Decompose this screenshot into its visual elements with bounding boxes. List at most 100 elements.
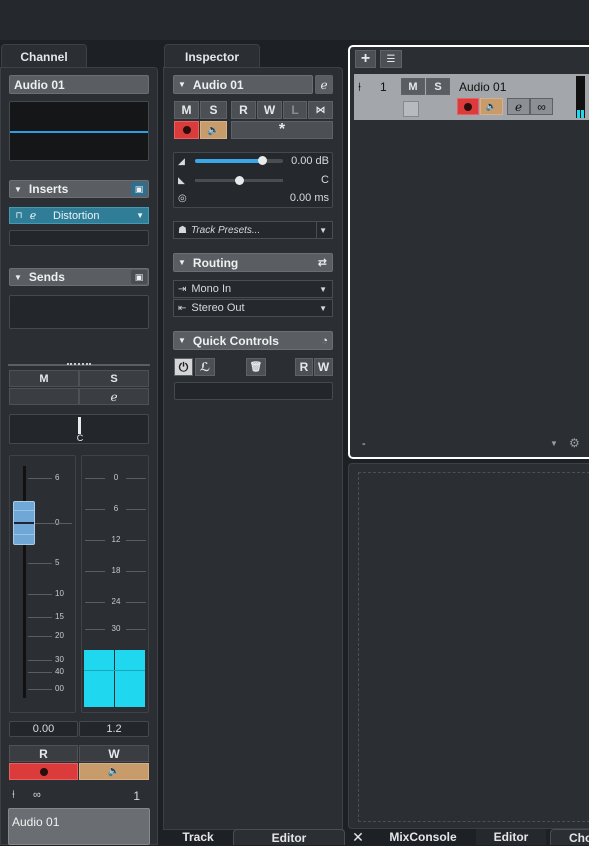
track-link-button[interactable]: ∞ [530, 98, 553, 115]
delay-value[interactable]: 0.00 ms [270, 192, 329, 204]
qc-read-button[interactable]: R [295, 358, 313, 376]
quick-controls-header[interactable]: ▼ Quick Controls ◔ [173, 331, 333, 350]
timebase-button[interactable]: * [231, 121, 333, 139]
pan-control[interactable]: C [9, 414, 149, 444]
edit-channel-button[interactable]: ℯ [79, 388, 149, 405]
channel-picture-area [9, 101, 149, 161]
inspector-record-button[interactable] [174, 121, 199, 139]
edit-icon[interactable]: ℯ [27, 209, 39, 222]
collapse-triangle-icon: ▼ [178, 336, 186, 345]
track-mute-button[interactable]: M [401, 78, 425, 95]
monitor-button[interactable]: 🔈 [79, 763, 149, 780]
resize-handle-icon[interactable] [67, 363, 91, 365]
meter-scale-tick [85, 478, 105, 479]
meter-scale-tick [126, 540, 146, 541]
top-toolbar [0, 0, 589, 40]
freeze-button[interactable]: ⋈ [308, 101, 333, 119]
read-automation-button[interactable]: R [9, 745, 78, 762]
fader-scale-tick [28, 617, 52, 618]
insert-bypass-icon[interactable]: ▣ [131, 182, 147, 196]
settings-icon[interactable]: ◔ [321, 335, 328, 347]
meter-peak-readout[interactable]: 1.2 [79, 721, 149, 737]
gear-icon[interactable]: ⚙ [569, 436, 580, 450]
send-bypass-icon[interactable]: ▣ [131, 270, 147, 284]
close-icon[interactable]: ✕ [350, 829, 366, 845]
solo-button[interactable]: S [79, 370, 149, 387]
inspector-track-header[interactable]: ▼ Audio 01 [173, 75, 313, 94]
tab-inspector-label: Inspector [184, 49, 239, 64]
volume-slider[interactable] [195, 156, 283, 165]
volume-readout[interactable]: 0.00 [9, 721, 78, 737]
sends-header[interactable]: ▼ Sends ▣ [9, 268, 149, 286]
track-monitor-button[interactable]: 🔈 [480, 98, 503, 115]
volume-slider-knob[interactable] [258, 156, 267, 165]
inspector-write-button[interactable]: W [257, 101, 282, 119]
pan-icon: ◣ [178, 175, 185, 185]
tab-channel[interactable]: Channel [1, 44, 87, 68]
track-name[interactable]: Audio 01 [459, 80, 506, 94]
quick-control-slot[interactable] [174, 382, 333, 400]
inspector-mute-button[interactable]: M [174, 101, 199, 119]
edit-track-button[interactable]: ℯ [315, 75, 333, 94]
lower-zone-panel [348, 463, 589, 829]
tab-editor-secondary[interactable]: Editor [476, 829, 546, 845]
track-record-button[interactable] [457, 98, 479, 115]
pan-value: C [76, 433, 84, 443]
channel-name-footer[interactable]: Audio 01 [8, 808, 150, 845]
chevron-down-icon[interactable]: ▼ [136, 211, 144, 220]
tab-chords[interactable]: Cho [550, 829, 589, 845]
track-color-swatch[interactable] [403, 101, 419, 117]
track-preset-button[interactable]: ☰ [380, 50, 402, 68]
link-icon: ∞ [537, 99, 546, 114]
fader-scale-label: 20 [55, 631, 64, 640]
write-automation-button[interactable]: W [79, 745, 149, 762]
chevron-down-icon: ▼ [319, 284, 327, 294]
meter-scale-tick [126, 571, 146, 572]
pan-slider[interactable] [195, 176, 283, 185]
tab-track[interactable]: Track [170, 829, 226, 845]
track-presets-dropdown[interactable]: ☗ Track Presets... ▼ [173, 221, 333, 239]
inspector-read-button[interactable]: R [231, 101, 256, 119]
mute-button[interactable]: M [9, 370, 79, 387]
meter-scale-label: 24 [111, 597, 121, 606]
record-enable-button[interactable] [9, 763, 78, 780]
listen-button[interactable] [9, 388, 79, 405]
tab-inspector[interactable]: Inspector [164, 44, 260, 68]
collapse-triangle-icon: ▼ [178, 80, 186, 89]
sends-slot[interactable] [9, 295, 149, 329]
volume-value[interactable]: 0.00 dB [283, 155, 329, 167]
inspector-lock-button[interactable]: L [283, 101, 307, 119]
insert-slot-distortion[interactable]: ⊓ ℯ Distortion ▼ [9, 207, 149, 224]
qc-delete-button[interactable]: 🗑 [246, 358, 266, 376]
track-solo-button[interactable]: S [426, 78, 450, 95]
volume-fader-area[interactable]: 605101520304000 [9, 455, 76, 713]
insert-slot-empty[interactable] [9, 230, 149, 246]
inserts-header[interactable]: ▼ Inserts ▣ [9, 180, 149, 198]
mute-label: M [39, 372, 49, 385]
pan-slider-knob[interactable] [235, 176, 244, 185]
fader-handle[interactable] [13, 501, 35, 545]
meter-scale-tick [85, 629, 105, 630]
collapse-triangle-icon: ▼ [178, 258, 186, 267]
qc-power-button[interactable]: ⏻ [174, 358, 193, 376]
track-edit-button[interactable]: ℯ [507, 98, 530, 115]
pan-value[interactable]: C [300, 174, 329, 186]
chevron-down-icon[interactable]: ▼ [550, 439, 558, 448]
power-icon[interactable]: ⊓ [13, 210, 25, 221]
inspector-monitor-button[interactable]: 🔈 [200, 121, 227, 139]
meter-scale-label: 18 [111, 566, 121, 575]
output-routing-dropdown[interactable]: ⇤ Stereo Out ▼ [173, 299, 333, 317]
qc-write-button[interactable]: W [314, 358, 333, 376]
level-meter: 0 6 12 18 24 30 [81, 455, 149, 713]
inspector-solo-button[interactable]: S [200, 101, 227, 119]
qc-learn-button[interactable]: ℒ [195, 358, 215, 376]
record-icon [182, 126, 191, 134]
sends-label: Sends [28, 270, 65, 284]
edit-icon: ℯ [320, 77, 328, 92]
add-track-button[interactable]: + [355, 50, 376, 68]
tab-editor[interactable]: Editor [233, 829, 345, 845]
routing-header[interactable]: ▼ Routing ⇄ [173, 253, 333, 272]
input-routing-dropdown[interactable]: ⇥ Mono In ▼ [173, 280, 333, 298]
tab-mixconsole[interactable]: MixConsole [377, 829, 469, 845]
channel-name-field[interactable]: Audio 01 [9, 75, 149, 94]
